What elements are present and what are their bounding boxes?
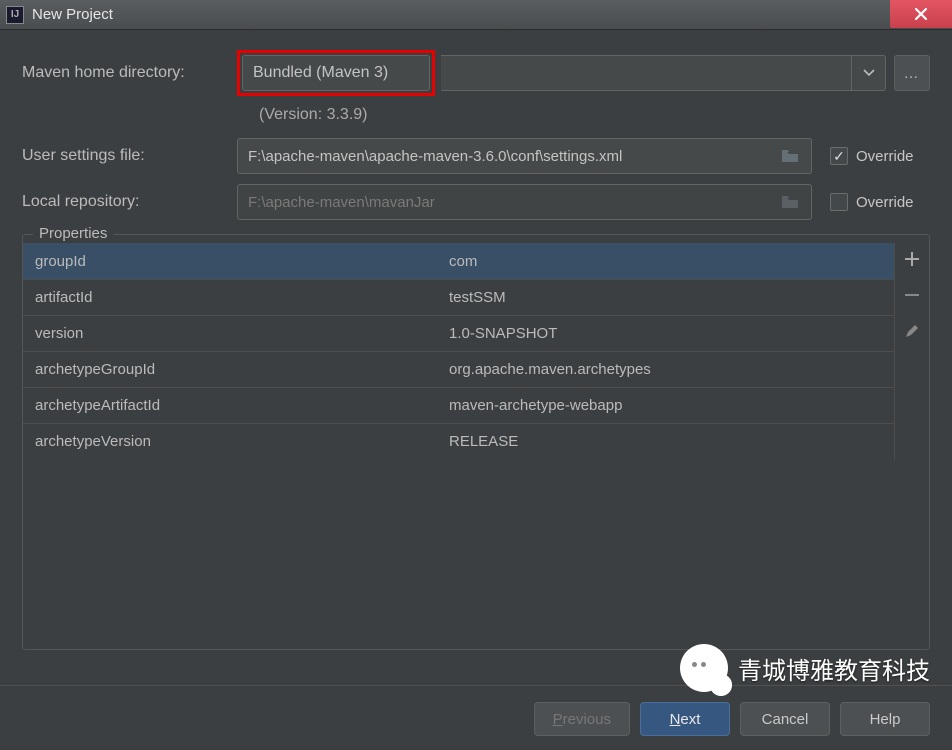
property-key: version <box>23 325 443 342</box>
properties-table[interactable]: groupIdcomartifactIdtestSSMversion1.0-SN… <box>23 243 895 459</box>
table-row[interactable]: artifactIdtestSSM <box>23 279 894 315</box>
local-repo-override-label: Override <box>856 194 914 211</box>
watermark: 青城博雅教育科技 <box>680 644 930 692</box>
maven-home-label: Maven home directory: <box>22 64 237 82</box>
property-key: groupId <box>23 253 443 270</box>
property-value: RELEASE <box>443 433 894 450</box>
add-property-button[interactable] <box>900 247 924 271</box>
maven-home-value: Bundled (Maven 3) <box>253 64 388 82</box>
table-row[interactable]: groupIdcom <box>23 243 894 279</box>
user-settings-override-label: Override <box>856 148 914 165</box>
chevron-down-icon[interactable] <box>851 56 885 90</box>
window-title: New Project <box>32 6 113 23</box>
plus-icon <box>904 251 920 267</box>
user-settings-input[interactable]: F:\apache-maven\apache-maven-3.6.0\conf\… <box>237 138 812 174</box>
property-key: archetypeGroupId <box>23 361 443 378</box>
cancel-button[interactable]: Cancel <box>740 702 830 736</box>
local-repo-input: F:\apache-maven\mavanJar <box>237 184 812 220</box>
maven-version-label: (Version: 3.3.9) <box>259 106 930 124</box>
property-value: maven-archetype-webapp <box>443 397 894 414</box>
watermark-text: 青城博雅教育科技 <box>738 651 930 686</box>
previous-button[interactable]: Previous <box>534 702 630 736</box>
title-bar: IJ New Project <box>0 0 952 30</box>
maven-home-combo[interactable]: Bundled (Maven 3) <box>242 55 430 91</box>
user-settings-override[interactable]: Override <box>830 147 930 165</box>
folder-icon[interactable] <box>779 149 801 163</box>
property-key: archetypeArtifactId <box>23 397 443 414</box>
table-row[interactable]: archetypeGroupIdorg.apache.maven.archety… <box>23 351 894 387</box>
property-value: com <box>443 253 894 270</box>
table-row[interactable]: archetypeVersionRELEASE <box>23 423 894 459</box>
ellipsis-icon: … <box>904 65 921 82</box>
user-settings-label: User settings file: <box>22 147 237 165</box>
pencil-icon <box>904 323 920 339</box>
folder-icon <box>779 195 801 209</box>
user-settings-override-checkbox[interactable] <box>830 147 848 165</box>
minus-icon <box>904 287 920 303</box>
properties-legend: Properties <box>33 225 113 242</box>
table-row[interactable]: version1.0-SNAPSHOT <box>23 315 894 351</box>
table-row[interactable]: archetypeArtifactIdmaven-archetype-webap… <box>23 387 894 423</box>
help-button[interactable]: Help <box>840 702 930 736</box>
local-repo-value: F:\apache-maven\mavanJar <box>248 194 779 211</box>
property-key: artifactId <box>23 289 443 306</box>
property-value: 1.0-SNAPSHOT <box>443 325 894 342</box>
local-repo-override[interactable]: Override <box>830 193 930 211</box>
property-key: archetypeVersion <box>23 433 443 450</box>
app-icon: IJ <box>6 6 24 24</box>
local-repo-override-checkbox[interactable] <box>830 193 848 211</box>
edit-property-button[interactable] <box>900 319 924 343</box>
property-value: testSSM <box>443 289 894 306</box>
user-settings-value: F:\apache-maven\apache-maven-3.6.0\conf\… <box>248 148 779 165</box>
property-value: org.apache.maven.archetypes <box>443 361 894 378</box>
help-label: Help <box>870 711 901 728</box>
wechat-icon <box>680 644 728 692</box>
close-button[interactable] <box>890 0 952 28</box>
cancel-label: Cancel <box>762 711 809 728</box>
local-repo-label: Local repository: <box>22 193 237 211</box>
dialog-button-bar: Previous Next Cancel Help <box>0 685 952 736</box>
remove-property-button[interactable] <box>900 283 924 307</box>
maven-home-combo-ext[interactable] <box>441 55 886 91</box>
close-icon <box>914 7 928 21</box>
browse-maven-home-button[interactable]: … <box>894 55 930 91</box>
properties-fieldset: Properties groupIdcomartifactIdtestSSMve… <box>22 234 930 650</box>
maven-home-highlight: Bundled (Maven 3) <box>237 50 435 96</box>
next-button[interactable]: Next <box>640 702 730 736</box>
